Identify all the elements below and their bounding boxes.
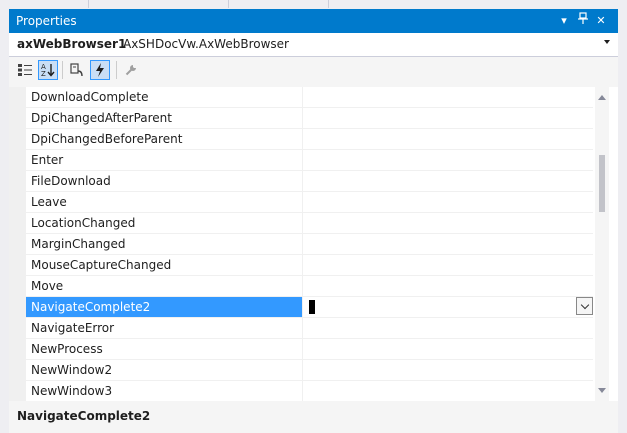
event-name: LocationChanged <box>26 213 303 233</box>
event-name: NavigateError <box>26 318 303 338</box>
event-value[interactable] <box>304 234 593 254</box>
event-row[interactable]: Leave <box>26 192 593 213</box>
event-value[interactable] <box>304 381 593 401</box>
value-dropdown-button[interactable] <box>576 297 593 315</box>
event-value[interactable] <box>304 276 593 296</box>
event-name: FileDownload <box>26 171 303 191</box>
event-row[interactable]: DownloadComplete <box>26 87 593 108</box>
object-selector[interactable]: axWebBrowser1 AxSHDocVw.AxWebBrowser <box>9 33 618 57</box>
event-row[interactable]: NewWindow3 <box>26 381 593 401</box>
document-tab[interactable] <box>228 0 329 8</box>
text-caret <box>309 300 315 314</box>
scroll-up-icon[interactable] <box>598 95 606 100</box>
scrollbar-thumb[interactable] <box>599 155 605 212</box>
event-value[interactable] <box>304 171 593 191</box>
event-value[interactable] <box>304 339 593 359</box>
properties-icon <box>70 63 83 77</box>
toolbar-separator <box>116 61 117 79</box>
event-name: NewWindow3 <box>26 381 303 401</box>
event-row[interactable]: LocationChanged <box>26 213 593 234</box>
alphabetical-icon: A Z <box>41 63 55 77</box>
event-value-editor[interactable] <box>304 297 593 317</box>
event-value[interactable] <box>304 87 593 107</box>
event-row[interactable]: MouseCaptureChanged <box>26 255 593 276</box>
close-icon[interactable]: ✕ <box>593 12 609 30</box>
event-name: DownloadComplete <box>26 87 303 107</box>
description-pane: NavigateComplete2 <box>9 401 618 433</box>
events-icon <box>96 63 104 77</box>
event-value[interactable] <box>304 129 593 149</box>
vertical-scrollbar[interactable] <box>595 87 609 401</box>
document-tab-strip <box>0 0 627 9</box>
document-tab[interactable] <box>0 0 89 8</box>
wrench-icon <box>125 65 136 76</box>
chevron-down-icon <box>580 300 589 309</box>
window-position-dropdown-icon[interactable]: ▾ <box>556 12 572 30</box>
event-name: Enter <box>26 150 303 170</box>
property-pages-button[interactable] <box>121 60 141 80</box>
event-row[interactable]: MarginChanged <box>26 234 593 255</box>
event-value[interactable] <box>304 360 593 380</box>
event-row[interactable]: Enter <box>26 150 593 171</box>
event-row-selected[interactable]: NavigateComplete2 <box>26 297 593 318</box>
events-button[interactable] <box>90 60 110 80</box>
event-value[interactable] <box>304 318 593 338</box>
panel-title: Properties <box>16 14 77 28</box>
properties-titlebar[interactable]: Properties ▾ ✕ <box>9 9 618 33</box>
document-tab[interactable] <box>88 0 229 8</box>
event-name: Move <box>26 276 303 296</box>
event-row[interactable]: Move <box>26 276 593 297</box>
event-name: NewProcess <box>26 339 303 359</box>
event-value[interactable] <box>304 192 593 212</box>
event-value[interactable] <box>304 150 593 170</box>
chevron-down-icon[interactable] <box>604 40 610 44</box>
object-name: axWebBrowser1 <box>17 37 127 51</box>
event-value[interactable] <box>304 108 593 128</box>
event-name: NavigateComplete2 <box>26 297 303 317</box>
event-row[interactable]: DpiChangedBeforeParent <box>26 129 593 150</box>
event-row[interactable]: DpiChangedAfterParent <box>26 108 593 129</box>
categorized-icon <box>18 64 32 76</box>
event-name: Leave <box>26 192 303 212</box>
property-grid-rows: DownloadComplete DpiChangedAfterParent D… <box>26 87 593 401</box>
object-type: AxSHDocVw.AxWebBrowser <box>123 37 289 51</box>
event-name: NewWindow2 <box>26 360 303 380</box>
toolbar-separator <box>62 61 63 79</box>
svg-text:Z: Z <box>41 70 46 77</box>
event-row[interactable]: FileDownload <box>26 171 593 192</box>
event-name: DpiChangedAfterParent <box>26 108 303 128</box>
description-title: NavigateComplete2 <box>17 409 151 423</box>
properties-window: Properties ▾ ✕ axWebBrowser1 AxSHDocVw.A… <box>9 9 618 433</box>
event-value[interactable] <box>304 255 593 275</box>
properties-button[interactable] <box>67 60 87 80</box>
event-row[interactable]: NewWindow2 <box>26 360 593 381</box>
alphabetical-button[interactable]: A Z <box>38 60 58 80</box>
event-name: MarginChanged <box>26 234 303 254</box>
properties-toolbar: A Z <box>9 57 618 85</box>
event-row[interactable]: NavigateError <box>26 318 593 339</box>
property-grid: DownloadComplete DpiChangedAfterParent D… <box>9 87 618 401</box>
categorized-button[interactable] <box>15 60 35 80</box>
pin-icon[interactable] <box>575 12 591 30</box>
property-grid-gutter <box>9 87 26 401</box>
scroll-down-icon[interactable] <box>598 388 606 393</box>
event-name: MouseCaptureChanged <box>26 255 303 275</box>
pin-icon-glyph <box>578 12 588 24</box>
event-row[interactable]: NewProcess <box>26 339 593 360</box>
event-name: DpiChangedBeforeParent <box>26 129 303 149</box>
event-value[interactable] <box>304 213 593 233</box>
